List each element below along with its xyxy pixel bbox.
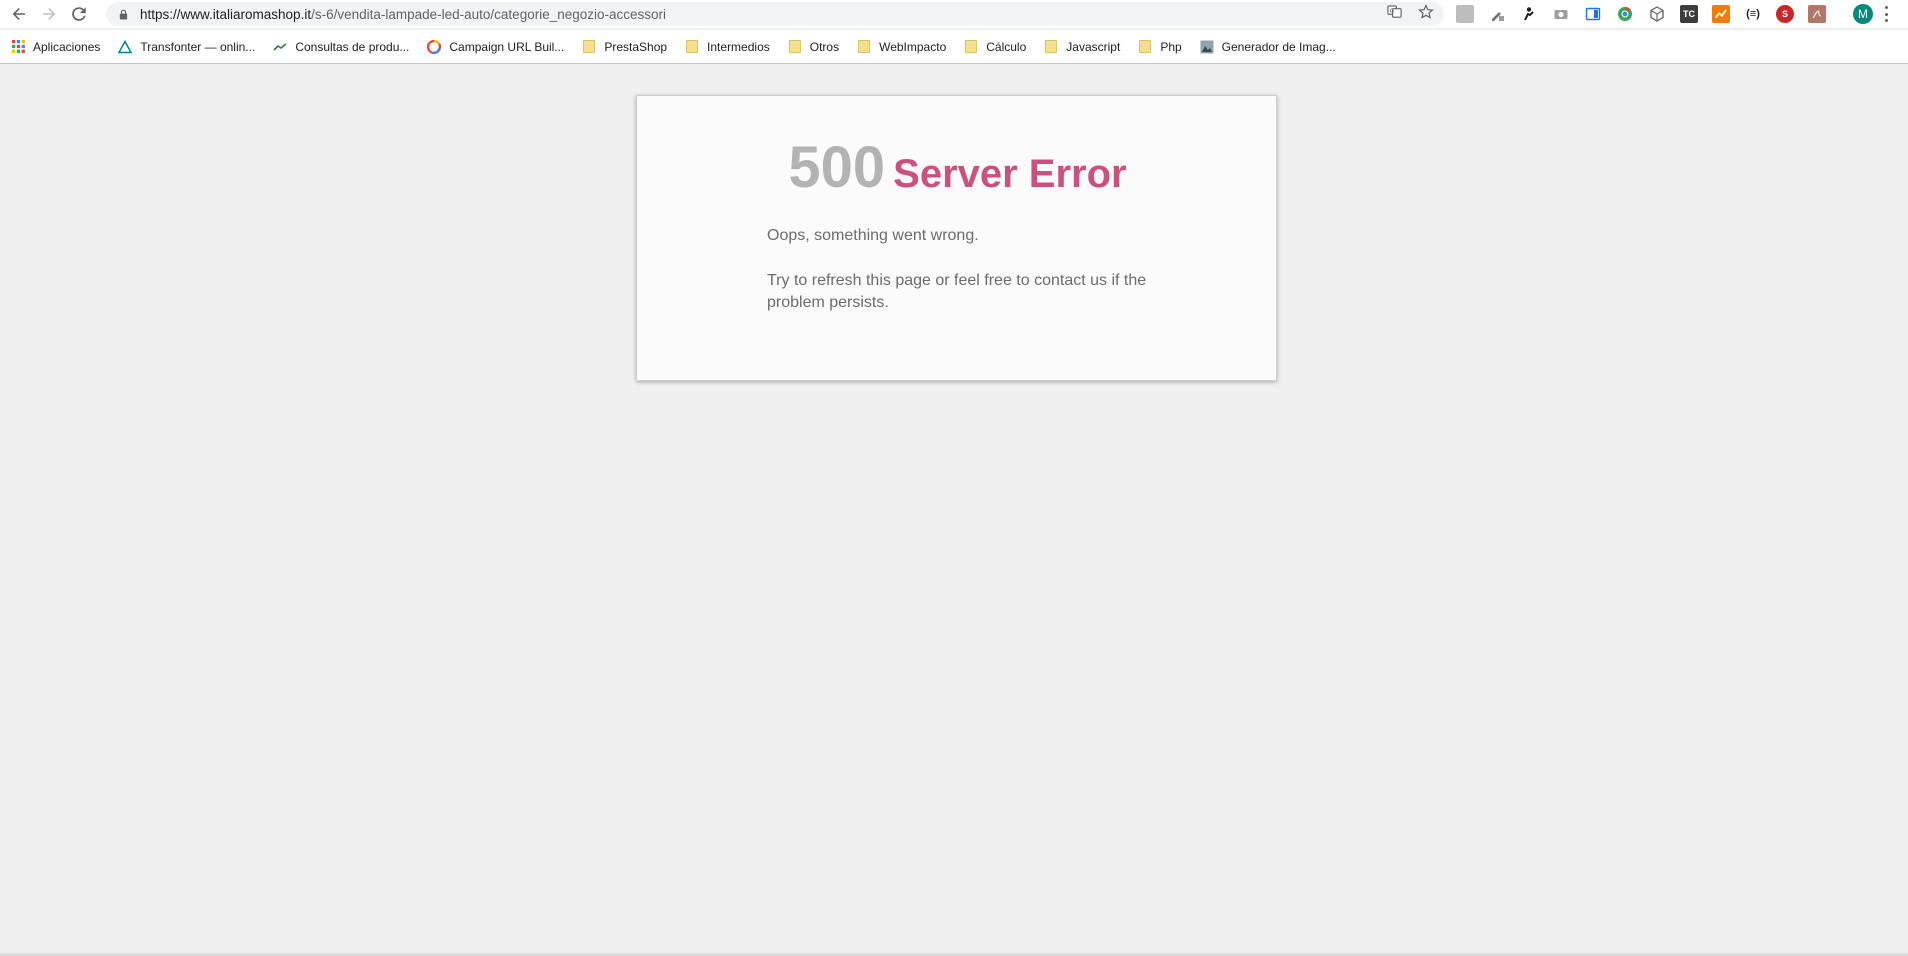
bookmark-consultas[interactable]: Consultas de produ...: [273, 35, 427, 59]
triangle-icon: [118, 39, 133, 54]
bookmark-aplicaciones[interactable]: Aplicaciones: [11, 35, 118, 59]
extensions-area: TC (≡) S: [1456, 0, 1840, 28]
forward-button[interactable]: [34, 0, 64, 28]
back-arrow-icon: [12, 8, 25, 20]
svg-text:G: G: [1390, 8, 1394, 14]
bookmark-label: Intermedios: [707, 39, 770, 54]
bookmark-label: Generador de Imag...: [1221, 39, 1336, 54]
bookmark-label: Transfonter — onlin...: [140, 39, 256, 54]
forward-arrow-icon: [43, 8, 56, 20]
extension-cube-icon[interactable]: [1648, 5, 1666, 23]
bookmark-folder-otros[interactable]: Otros: [788, 35, 857, 59]
bookmark-folder-intermedios[interactable]: Intermedios: [685, 35, 788, 59]
bookmark-folder-webimpacto[interactable]: WebImpacto: [857, 35, 964, 59]
error-code: 500: [788, 135, 886, 200]
bookmark-label: Aplicaciones: [33, 39, 101, 54]
browser-toolbar: https://www.italiaromashop.it/s-6/vendit…: [0, 0, 1908, 28]
extension-chrome-icon[interactable]: [1616, 5, 1634, 23]
folder-icon: [788, 40, 802, 54]
reload-icon: [72, 7, 86, 21]
extension-brackets-icon[interactable]: (≡): [1744, 5, 1762, 23]
bookmark-label: WebImpacto: [879, 39, 947, 54]
bookmark-label: PrestaShop: [604, 39, 668, 54]
apps-grid-icon: [11, 40, 25, 54]
extension-pdf-icon[interactable]: [1808, 5, 1826, 23]
bookmark-folder-calculo[interactable]: Cálculo: [964, 35, 1044, 59]
folder-icon: [582, 40, 596, 54]
error-detail: Try to refresh this page or feel free to…: [767, 272, 1147, 311]
trend-icon: [273, 40, 287, 54]
bookmark-folder-prestashop[interactable]: PrestaShop: [582, 35, 685, 59]
browser-menu-icon[interactable]: [1884, 6, 1888, 22]
extension-tc-icon[interactable]: TC: [1680, 5, 1698, 23]
error-heading: 500 Server Error: [637, 134, 1278, 201]
bookmark-label: Campaign URL Buil...: [449, 39, 565, 54]
url-path: /s-6/vendita-lampade-led-auto/categorie_…: [311, 6, 667, 22]
extension-camera-icon[interactable]: [1552, 5, 1570, 23]
extension-chart-icon[interactable]: [1712, 5, 1730, 23]
bookmark-folder-javascript[interactable]: Javascript: [1044, 35, 1138, 59]
google-icon: [427, 39, 442, 54]
extension-eyedropper-icon[interactable]: [1488, 5, 1506, 23]
url-host: https://www.italiaromashop.it: [140, 6, 312, 22]
bookmark-star-icon[interactable]: [1418, 3, 1434, 25]
extension-figure-icon[interactable]: [1520, 5, 1538, 23]
folder-icon: [1138, 40, 1152, 54]
folder-icon: [685, 40, 699, 54]
bookmark-label: Consultas de produ...: [295, 39, 410, 54]
folder-icon: [964, 40, 978, 54]
bookmark-generador-imagenes[interactable]: Generador de Imag...: [1200, 35, 1354, 59]
bookmark-label: Otros: [809, 39, 840, 54]
bookmark-folder-php[interactable]: Php: [1138, 35, 1199, 59]
folder-icon: [857, 40, 871, 54]
error-label: Server Error: [893, 152, 1127, 196]
error-message: Oops, something went wrong.: [767, 227, 979, 244]
error-card: 500 Server Error Oops, something went wro…: [636, 95, 1277, 381]
bookmark-campaign-url[interactable]: Campaign URL Buil...: [427, 35, 582, 59]
profile-avatar[interactable]: M: [1853, 4, 1873, 24]
image-generator-icon: [1200, 40, 1214, 54]
bookmark-label: Javascript: [1066, 39, 1121, 54]
bookmark-transfonter[interactable]: Transfonter — onlin...: [118, 35, 273, 59]
folder-icon: [1044, 40, 1058, 54]
url-text[interactable]: https://www.italiaromashop.it/s-6/vendit…: [140, 7, 666, 22]
reload-button[interactable]: [64, 0, 94, 28]
extension-red-s-icon[interactable]: S: [1776, 5, 1794, 23]
address-bar[interactable]: https://www.italiaromashop.it/s-6/vendit…: [106, 2, 1444, 26]
extension-panel-icon[interactable]: [1584, 5, 1602, 23]
lock-icon[interactable]: [118, 8, 130, 20]
bookmark-label: Php: [1160, 39, 1182, 54]
bookmark-label: Cálculo: [986, 39, 1027, 54]
extension-chat-icon[interactable]: [1456, 5, 1474, 23]
bookmarks-bar: Aplicaciones Transfonter — onlin... Cons…: [0, 30, 1908, 64]
back-button[interactable]: [4, 0, 34, 28]
translate-icon[interactable]: G: [1387, 4, 1402, 24]
